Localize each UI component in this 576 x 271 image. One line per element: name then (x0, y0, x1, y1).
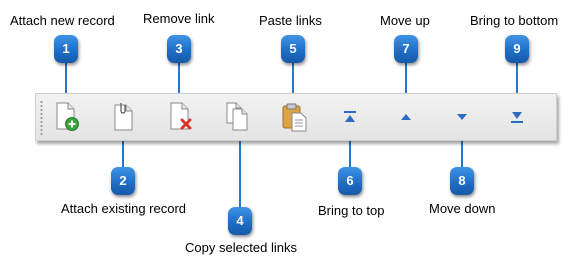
paste-icon (282, 103, 307, 132)
callout-label-attach-new-record: Attach new record (10, 13, 115, 28)
callout-label-move-down: Move down (429, 201, 496, 216)
callout-label-bring-to-bottom: Bring to bottom (470, 13, 559, 28)
callout-badge-8: 8 (450, 167, 474, 195)
callout-label-attach-existing-record: Attach existing record (61, 201, 187, 216)
remove-link-button[interactable] (164, 100, 198, 134)
move-up-button[interactable] (389, 100, 423, 134)
callout-badge-6: 6 (338, 167, 362, 195)
callout-label-bring-to-top: Bring to top (318, 203, 385, 218)
callout-label-move-up: Move up (380, 13, 430, 28)
document-attach-icon (114, 103, 133, 131)
paste-links-button[interactable] (278, 100, 312, 134)
callout-badge-4: 4 (228, 207, 252, 235)
attach-new-record-button[interactable] (50, 100, 84, 134)
links-toolbar (35, 93, 557, 141)
callout-label-copy-selected-links: Copy selected links (185, 240, 297, 255)
callout-label-paste-links: Paste links (259, 13, 322, 28)
callout-badge-5: 5 (281, 35, 305, 63)
bring-to-bottom-icon (511, 112, 523, 123)
callout-badge-2: 2 (111, 167, 135, 195)
bring-to-top-icon (344, 111, 356, 122)
callout-badge-3: 3 (167, 35, 191, 63)
toolbar-grip[interactable] (40, 100, 43, 136)
callout-badge-9: 9 (505, 35, 529, 63)
copy-selected-links-button[interactable] (221, 100, 255, 134)
connector-line-4 (239, 138, 241, 210)
move-up-icon (401, 114, 411, 120)
bring-to-bottom-button[interactable] (500, 100, 534, 134)
connector-line-2 (122, 138, 124, 170)
document-add-icon (56, 102, 79, 131)
copy-icon (226, 102, 248, 131)
callout-badge-1: 1 (54, 35, 78, 63)
move-down-button[interactable] (445, 100, 479, 134)
callout-badge-7: 7 (394, 35, 418, 63)
document-remove-icon (170, 102, 192, 130)
bring-to-top-button[interactable] (333, 100, 367, 134)
callout-label-remove-link: Remove link (143, 11, 215, 26)
attach-existing-record-button[interactable] (107, 100, 141, 134)
move-down-icon (457, 114, 467, 120)
